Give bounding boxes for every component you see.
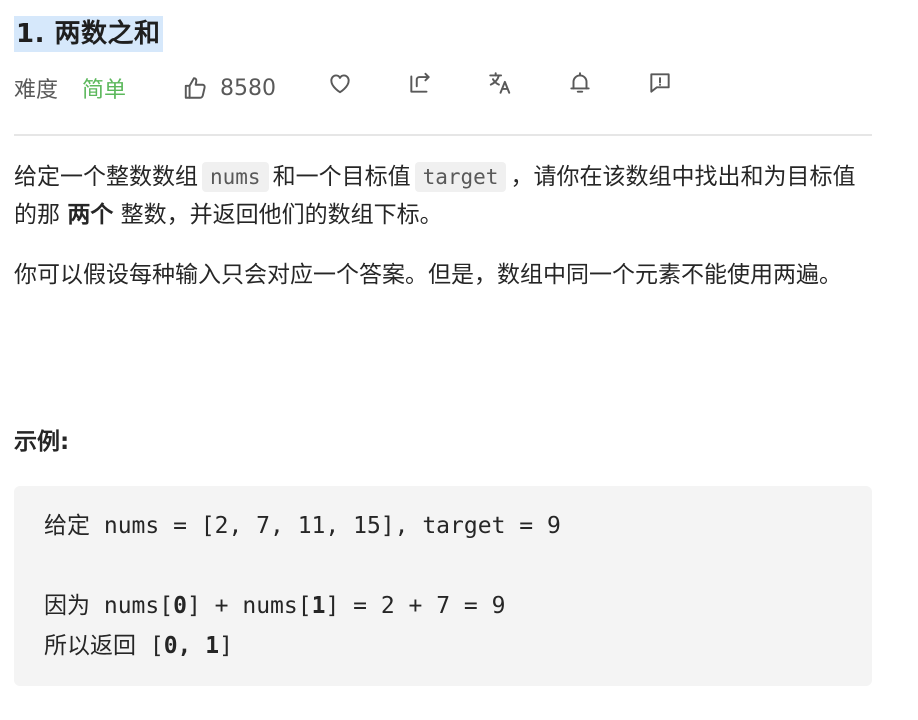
example-code-block: 给定 nums = [2, 7, 11, 15], target = 9 因为 …	[14, 486, 872, 686]
like-count: 8580	[220, 75, 276, 101]
code-line: 因为 nums[0] + nums[1] = 2 + 7 = 9	[44, 586, 842, 626]
description-paragraph: 给定一个整数数组 nums 和一个目标值 target ，请你在该数组中找出和为目标值的…	[14, 158, 872, 234]
code-text: ]	[219, 633, 233, 659]
inline-code-target: target	[414, 162, 507, 192]
bell-icon[interactable]	[567, 70, 593, 96]
divider	[14, 134, 872, 136]
description-paragraph: 你可以假设每种输入只会对应一个答案。但是，数组中同一个元素不能使用两遍。	[14, 256, 872, 294]
code-text-bold: 0	[173, 593, 187, 619]
problem-description: 给定一个整数数组 nums 和一个目标值 target ，请你在该数组中找出和为目标值的…	[14, 158, 872, 294]
heart-icon[interactable]	[327, 70, 353, 96]
feedback-icon[interactable]	[647, 70, 673, 96]
thumbs-up-icon[interactable]	[182, 75, 208, 101]
difficulty-label: 难度	[14, 78, 59, 103]
code-text: ] + nums[	[186, 593, 312, 619]
code-line: 给定 nums = [2, 7, 11, 15], target = 9	[44, 513, 561, 539]
problem-title: 1. 两数之和	[14, 16, 163, 52]
inline-code-nums: nums	[202, 162, 269, 192]
difficulty-badge: 简单	[82, 78, 127, 103]
example-heading: 示例:	[14, 429, 70, 455]
code-text-bold: 0, 1	[163, 633, 220, 659]
title-row: 1. 两数之和	[14, 16, 163, 52]
emphasis-text: 两个	[67, 202, 114, 228]
code-text: 因为 nums[	[44, 593, 174, 619]
description-text: 整数，并返回他们的数组下标。	[120, 202, 443, 228]
code-line: 所以返回 [0, 1]	[44, 626, 842, 666]
problem-meta-bar: 难度 简单 8580	[14, 70, 872, 106]
translate-icon[interactable]	[487, 70, 513, 96]
code-text: ] = 2 + 7 = 9	[325, 593, 506, 619]
like-button[interactable]: 8580	[182, 70, 276, 106]
description-text: 你可以假设每种输入只会对应一个答案。但是，数组中同一个元素不能使用两遍。	[14, 262, 842, 288]
description-text: 和一个目标值	[272, 164, 411, 190]
code-text-bold: 1	[311, 593, 326, 619]
description-text: 给定一个整数数组	[14, 164, 198, 190]
code-text: 所以返回 [	[44, 633, 164, 659]
share-icon[interactable]	[407, 70, 433, 96]
